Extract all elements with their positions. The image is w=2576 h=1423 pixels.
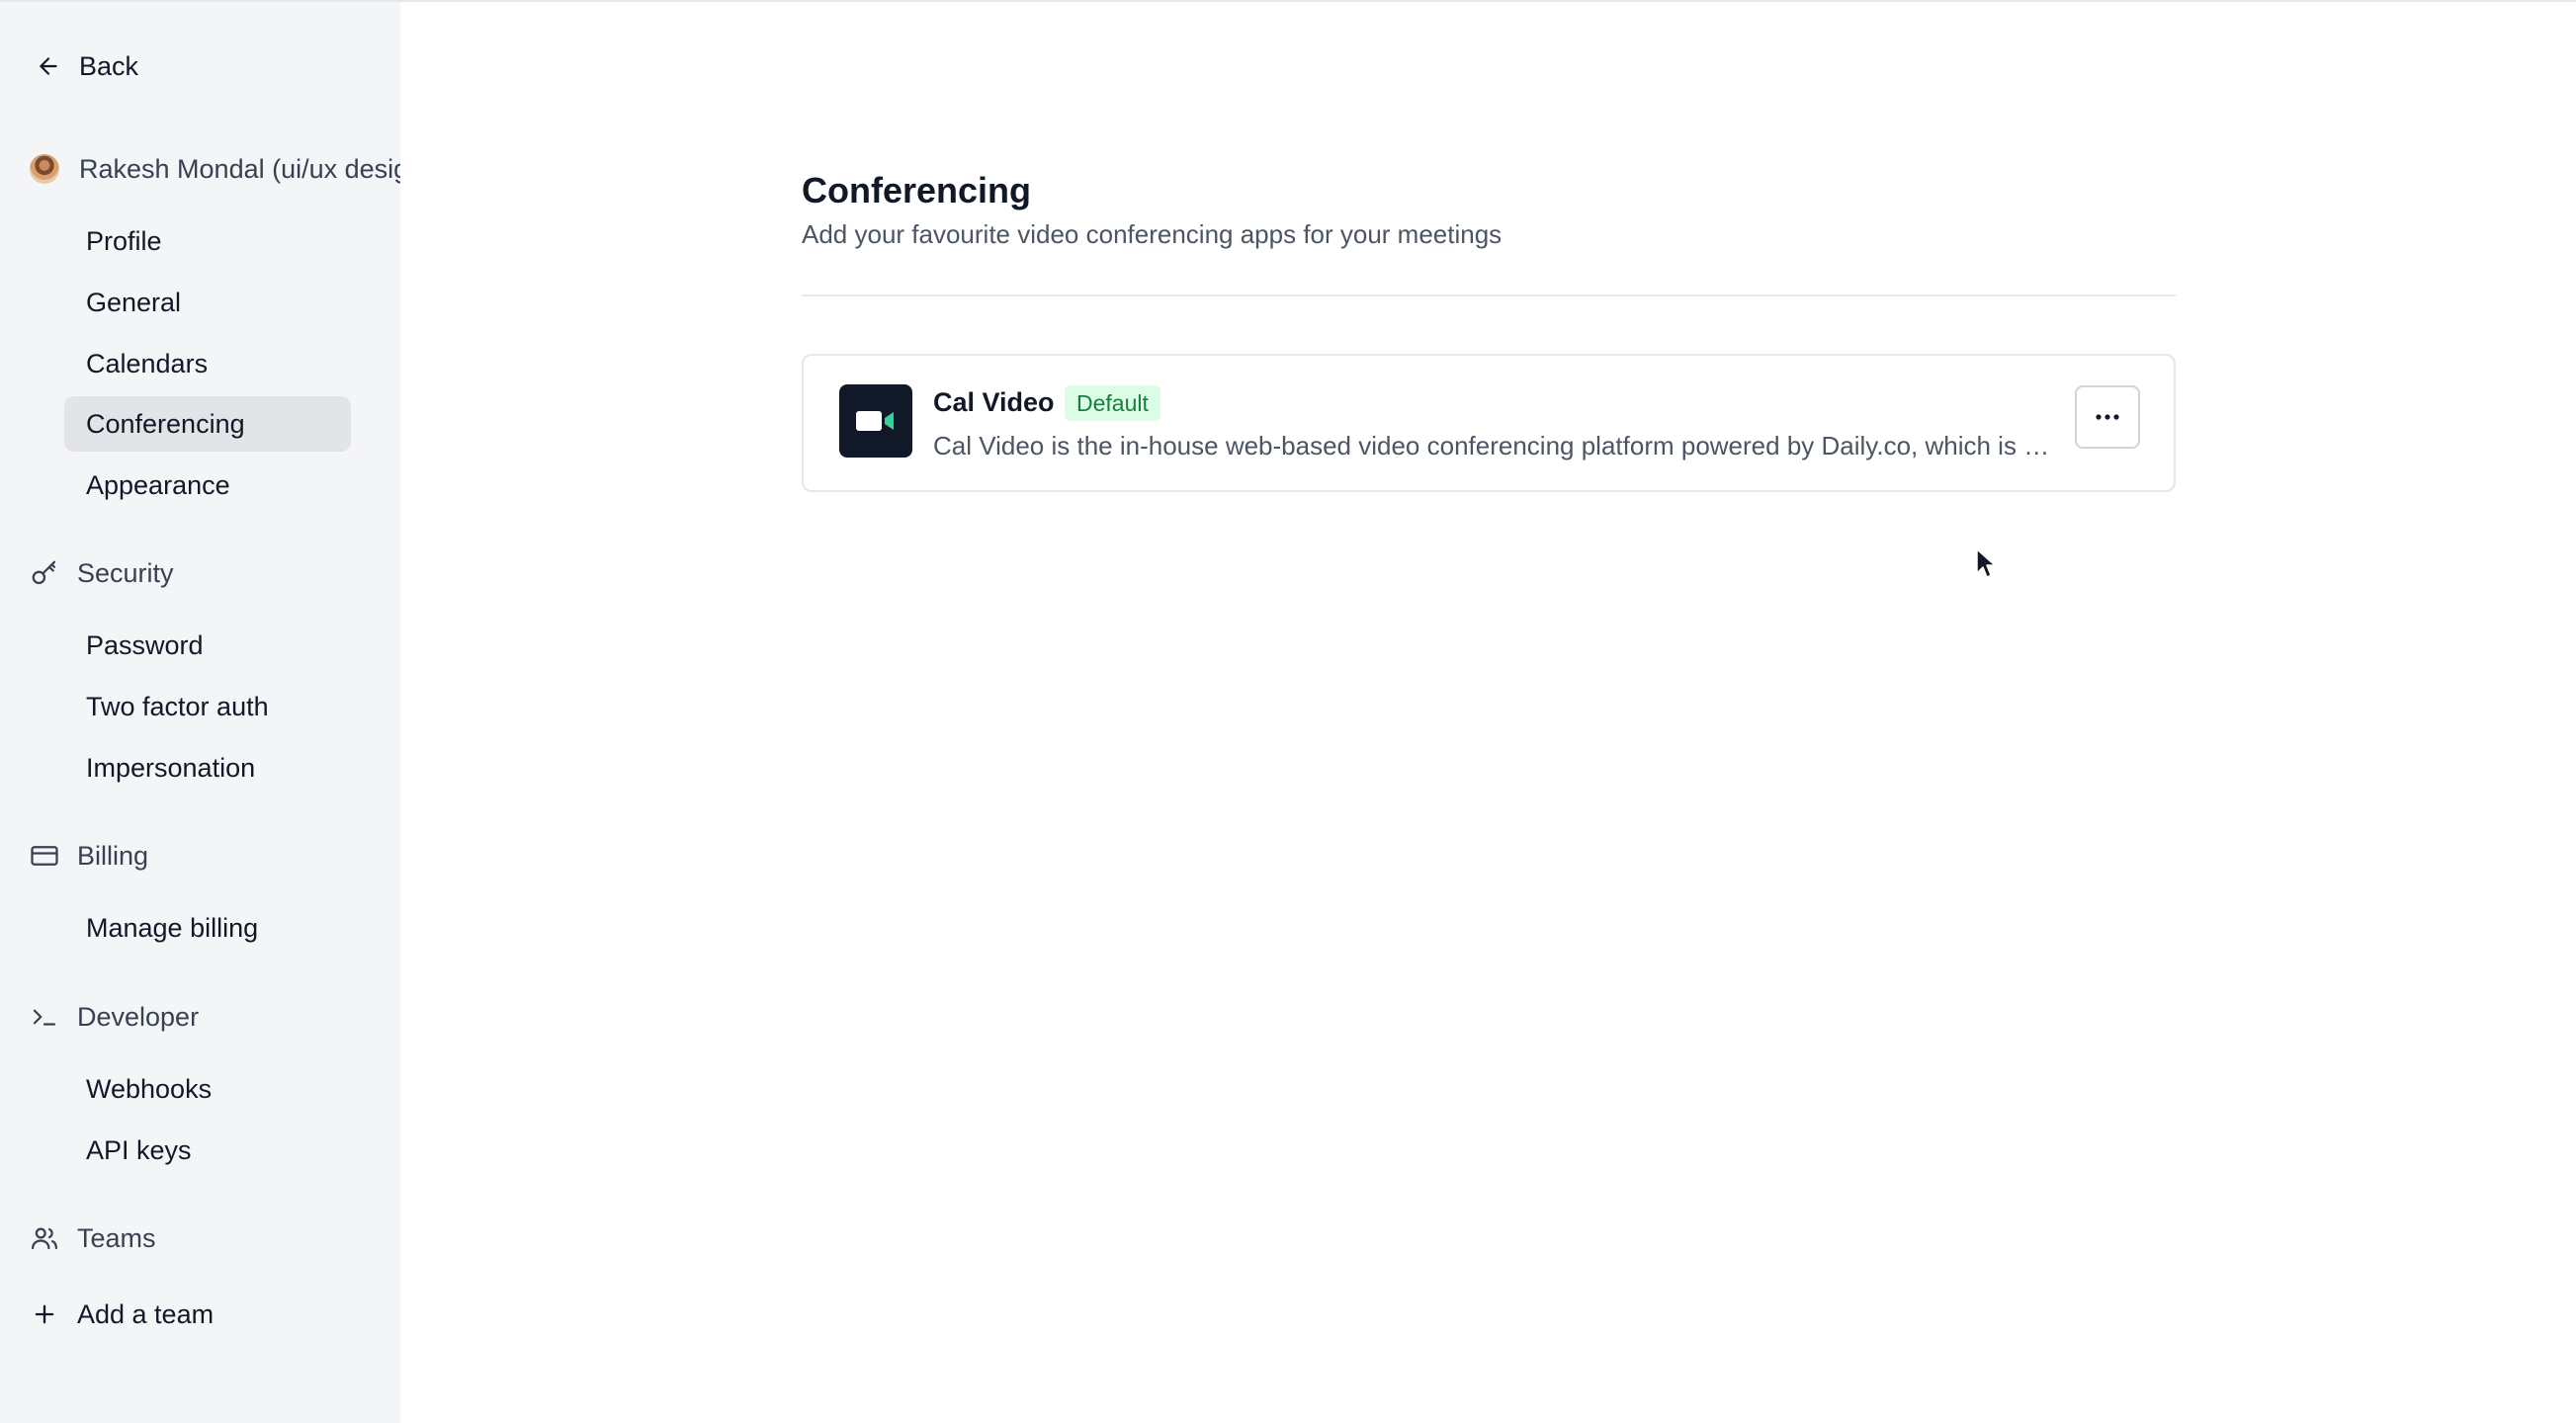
default-badge: Default: [1065, 385, 1160, 421]
app-name: Cal Video: [933, 387, 1055, 417]
header-divider: [802, 294, 2176, 296]
page-title: Conferencing: [802, 170, 1032, 210]
section-developer-label: Developer: [77, 1001, 200, 1032]
terminal-icon: [28, 1000, 61, 1034]
section-billing: Billing: [28, 833, 148, 879]
avatar: [30, 154, 59, 184]
sidebar-item-label: Conferencing: [86, 408, 245, 439]
sidebar-item-teams[interactable]: Teams: [28, 1215, 156, 1261]
cal-video-logo: [839, 384, 912, 458]
more-options-button[interactable]: [2075, 385, 2140, 449]
plus-icon: [28, 1297, 61, 1331]
sidebar-item-two-factor-auth[interactable]: Two factor auth: [64, 679, 351, 734]
sidebar-item-webhooks[interactable]: Webhooks: [64, 1061, 351, 1117]
sidebar-item-label: Manage billing: [86, 912, 259, 943]
settings-sidebar: Back Rakesh Mondal (ui/ux designer) Prof…: [0, 0, 400, 1423]
section-billing-label: Billing: [77, 840, 149, 871]
section-developer: Developer: [28, 994, 199, 1040]
sidebar-item-label: General: [86, 287, 182, 317]
sidebar-item-password[interactable]: Password: [64, 618, 351, 673]
section-security-label: Security: [77, 557, 174, 588]
sidebar-item-impersonation[interactable]: Impersonation: [64, 740, 351, 795]
add-team-button[interactable]: Add a team: [28, 1292, 214, 1337]
users-icon: [28, 1221, 61, 1255]
sidebar-item-label: Webhooks: [86, 1073, 213, 1104]
sidebar-item-label: Password: [86, 629, 204, 660]
sidebar-item-label: Calendars: [86, 348, 209, 378]
sidebar-item-label: API keys: [86, 1134, 192, 1165]
sidebar-item-appearance[interactable]: Appearance: [64, 458, 351, 513]
video-camera-icon: [856, 411, 894, 431]
section-security: Security: [28, 550, 174, 596]
user-name: Rakesh Mondal (ui/ux designer): [79, 153, 400, 184]
sidebar-item-label: Profile: [86, 225, 162, 256]
sidebar-item-label: Impersonation: [86, 752, 256, 783]
app-description: Cal Video is the in-house web-based vide…: [933, 431, 2050, 460]
user-account-header: Rakesh Mondal (ui/ux designer): [28, 146, 400, 192]
sidebar-item-label: Two factor auth: [86, 691, 269, 721]
back-button[interactable]: Back: [32, 43, 138, 89]
back-label: Back: [79, 50, 139, 81]
credit-card-icon: [28, 839, 61, 873]
sidebar-item-label: Appearance: [86, 469, 230, 500]
key-icon: [28, 556, 61, 590]
add-team-label: Add a team: [77, 1298, 215, 1329]
teams-label: Teams: [77, 1222, 156, 1253]
ellipsis-icon: [2096, 414, 2119, 420]
sidebar-item-general[interactable]: General: [64, 275, 351, 330]
window-top-border: [0, 0, 2576, 2]
mouse-cursor-icon: [1976, 548, 1996, 578]
sidebar-item-profile[interactable]: Profile: [64, 213, 351, 269]
sidebar-item-api-keys[interactable]: API keys: [64, 1123, 351, 1178]
page-subtitle: Add your favourite video conferencing ap…: [802, 219, 1503, 249]
sidebar-item-conferencing[interactable]: Conferencing: [64, 396, 351, 452]
app-card-cal-video: Cal Video Default Cal Video is the in-ho…: [802, 354, 2176, 492]
sidebar-item-calendars[interactable]: Calendars: [64, 336, 351, 391]
arrow-left-icon: [32, 49, 65, 83]
sidebar-item-manage-billing[interactable]: Manage billing: [64, 900, 351, 956]
